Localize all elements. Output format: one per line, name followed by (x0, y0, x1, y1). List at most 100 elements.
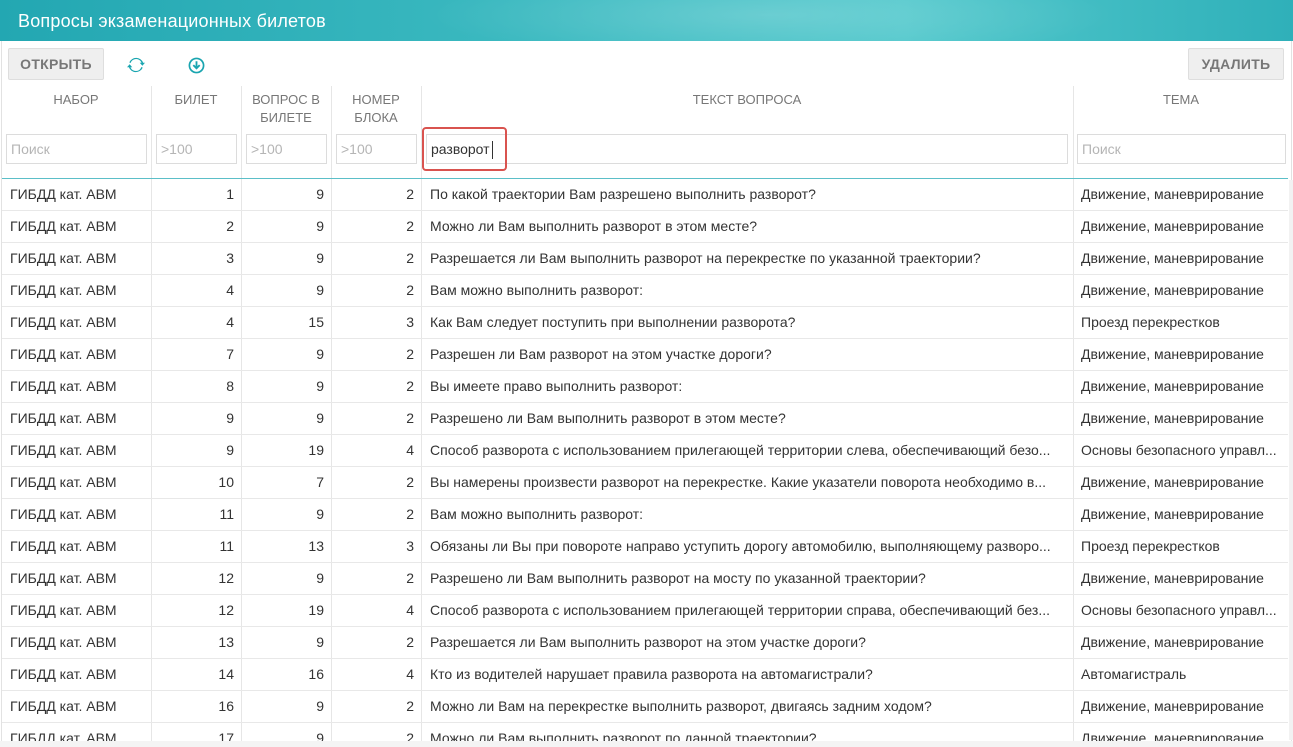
column-header-block-number[interactable]: НОМЕР БЛОКА (332, 88, 420, 130)
filter-set-input[interactable] (6, 134, 147, 164)
filter-text-input[interactable] (426, 134, 1068, 164)
cell-divider (1073, 371, 1074, 402)
table-row[interactable]: ГИБДД кат. ABM 10 7 2 Вы намерены произвести… (2, 467, 1288, 499)
cell-ticket: 14 (218, 666, 234, 682)
column-header-question-in-ticket[interactable]: ВОПРОС В БИЛЕТЕ (242, 88, 330, 130)
cell-divider (331, 307, 332, 338)
cell-set: ГИБДД кат. ABM (10, 250, 117, 266)
cell-question-text: Разрешен ли Вам разворот на этом участке… (430, 346, 772, 362)
column-divider (241, 86, 242, 178)
cell-question-in-ticket: 7 (316, 474, 324, 490)
cell-divider (331, 467, 332, 498)
window-titlebar: Вопросы экзаменационных билетов (0, 0, 1293, 41)
delete-button[interactable]: УДАЛИТЬ (1188, 48, 1284, 80)
cell-divider (331, 659, 332, 690)
cell-ticket: 7 (226, 346, 234, 362)
cell-divider (1073, 211, 1074, 242)
filter-topic-input[interactable] (1077, 134, 1286, 164)
cell-question-in-ticket: 9 (316, 570, 324, 586)
column-header-topic[interactable]: ТЕМА (1074, 88, 1288, 130)
column-header-ticket[interactable]: БИЛЕТ (152, 88, 240, 130)
cell-divider (331, 531, 332, 562)
table-row[interactable]: ГИБДД кат. ABM 12 9 2 Разрешено ли Вам выпол… (2, 563, 1288, 595)
cell-divider (331, 723, 332, 741)
cell-block-number: 2 (406, 730, 414, 741)
cell-question-text: Можно ли Вам на перекрестке выполнить ра… (430, 698, 932, 714)
table-row[interactable]: ГИБДД кат. ABM 11 9 2 Вам можно выполнить ра… (2, 499, 1288, 531)
cell-divider (151, 339, 152, 370)
cell-question-in-ticket: 9 (316, 506, 324, 522)
cell-topic: Проезд перекрестков (1081, 314, 1220, 330)
table-row[interactable]: ГИБДД кат. ABM 2 9 2 Можно ли Вам выполнить … (2, 211, 1288, 243)
cell-set: ГИБДД кат. ABM (10, 282, 117, 298)
refresh-icon[interactable] (126, 55, 146, 75)
cell-divider (1073, 467, 1074, 498)
cell-topic: Основы безопасного управл... (1081, 602, 1277, 618)
download-icon[interactable] (186, 55, 206, 75)
cell-ticket: 12 (218, 570, 234, 586)
cell-topic: Движение, маневрирование (1081, 730, 1264, 741)
table-row[interactable]: ГИБДД кат. ABM 14 16 4 Кто из водителей нару… (2, 659, 1288, 691)
table-row[interactable]: ГИБДД кат. ABM 1 9 2 По какой траектории Вам… (2, 179, 1288, 211)
column-header-question-text[interactable]: ТЕКСТ ВОПРОСА (422, 88, 1072, 130)
column-divider (151, 86, 152, 178)
cell-divider (1073, 691, 1074, 722)
table-row[interactable]: ГИБДД кат. ABM 3 9 2 Разрешается ли Вам выпо… (2, 243, 1288, 275)
cell-divider (1073, 307, 1074, 338)
table-row[interactable]: ГИБДД кат. ABM 17 9 2 Можно ли Вам выполнить… (2, 723, 1288, 741)
cell-question-text: Кто из водителей нарушает правила развор… (430, 666, 873, 682)
cell-block-number: 2 (406, 250, 414, 266)
filter-block-input[interactable] (336, 134, 417, 164)
table-row[interactable]: ГИБДД кат. ABM 4 15 3 Как Вам следует поступ… (2, 307, 1288, 339)
cell-topic: Движение, маневрирование (1081, 634, 1264, 650)
cell-question-in-ticket: 9 (316, 346, 324, 362)
cell-divider (421, 595, 422, 626)
cell-question-text: Вам можно выполнить разворот: (430, 506, 644, 522)
cell-divider (421, 563, 422, 594)
table-row[interactable]: ГИБДД кат. ABM 12 19 4 Способ разворота с ис… (2, 595, 1288, 627)
table-row[interactable]: ГИБДД кат. ABM 11 13 3 Обязаны ли Вы при пов… (2, 531, 1288, 563)
cell-divider (331, 371, 332, 402)
filter-question-input[interactable] (246, 134, 327, 164)
cell-divider (151, 435, 152, 466)
cell-question-in-ticket: 13 (308, 538, 324, 554)
cell-question-text: Разрешено ли Вам выполнить разворот в эт… (430, 410, 786, 426)
column-divider (331, 86, 332, 178)
column-header-set[interactable]: НАБОР (2, 88, 150, 130)
cell-topic: Движение, маневрирование (1081, 698, 1264, 714)
text-caret (492, 141, 493, 159)
cell-divider (421, 659, 422, 690)
cell-block-number: 2 (406, 346, 414, 362)
cell-divider (241, 723, 242, 741)
vertical-scrollbar[interactable] (1289, 180, 1293, 740)
cell-divider (241, 307, 242, 338)
cell-block-number: 4 (406, 666, 414, 682)
cell-block-number: 2 (406, 474, 414, 490)
cell-divider (421, 307, 422, 338)
cell-question-in-ticket: 19 (308, 602, 324, 618)
cell-divider (331, 595, 332, 626)
table-row[interactable]: ГИБДД кат. ABM 9 19 4 Способ разворота с исп… (2, 435, 1288, 467)
table-row[interactable]: ГИБДД кат. ABM 4 9 2 Вам можно выполнить раз… (2, 275, 1288, 307)
cell-question-in-ticket: 9 (316, 282, 324, 298)
open-button[interactable]: ОТКРЫТЬ (8, 48, 104, 80)
cell-block-number: 2 (406, 698, 414, 714)
cell-topic: Движение, маневрирование (1081, 218, 1264, 234)
cell-divider (1073, 435, 1074, 466)
cell-set: ГИБДД кат. ABM (10, 730, 117, 741)
cell-question-in-ticket: 16 (308, 666, 324, 682)
cell-divider (1073, 531, 1074, 562)
filter-ticket-input[interactable] (156, 134, 237, 164)
cell-question-text: Вам можно выполнить разворот: (430, 282, 644, 298)
cell-divider (151, 275, 152, 306)
cell-set: ГИБДД кат. ABM (10, 666, 117, 682)
table-row[interactable]: ГИБДД кат. ABM 16 9 2 Можно ли Вам на перекр… (2, 691, 1288, 723)
table-row[interactable]: ГИБДД кат. ABM 13 9 2 Разрешается ли Вам вып… (2, 627, 1288, 659)
cell-topic: Движение, маневрирование (1081, 410, 1264, 426)
cell-ticket: 4 (226, 314, 234, 330)
table-row[interactable]: ГИБДД кат. ABM 7 9 2 Разрешен ли Вам разворо… (2, 339, 1288, 371)
cell-divider (1073, 723, 1074, 741)
table-row[interactable]: ГИБДД кат. ABM 8 9 2 Вы имеете право выполни… (2, 371, 1288, 403)
cell-ticket: 4 (226, 282, 234, 298)
table-row[interactable]: ГИБДД кат. ABM 9 9 2 Разрешено ли Вам выполн… (2, 403, 1288, 435)
